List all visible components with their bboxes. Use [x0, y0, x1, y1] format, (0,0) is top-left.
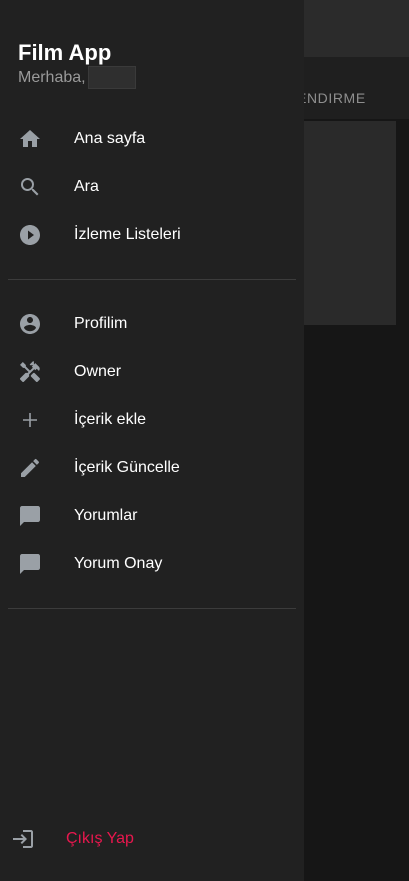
- nav-item-comments[interactable]: Yorumlar: [0, 492, 304, 540]
- play-circle-icon: [18, 223, 42, 247]
- nav-item-update-content[interactable]: İçerik Güncelle: [0, 444, 304, 492]
- nav-item-label: Yorum Onay: [74, 555, 163, 572]
- navigation-drawer: Film App Merhaba, Ana sayfa Ara İzleme L…: [0, 0, 304, 881]
- edit-icon: [18, 456, 42, 480]
- app-title: Film App: [18, 40, 112, 65]
- greeting-text: Merhaba,: [18, 68, 86, 86]
- greeting-row: Merhaba,: [18, 66, 136, 89]
- comment-icon: [18, 504, 42, 528]
- home-icon: [18, 127, 42, 151]
- app-screen: ENDIRME Film App Merhaba, Ana sayfa Ara …: [0, 0, 409, 881]
- nav-item-watchlists[interactable]: İzleme Listeleri: [0, 211, 304, 259]
- logout-label: Çıkış Yap: [66, 830, 134, 847]
- tools-icon: [18, 360, 42, 384]
- divider: [8, 279, 296, 280]
- search-icon: [18, 175, 42, 199]
- add-icon: [18, 408, 42, 432]
- nav-item-label: Ana sayfa: [74, 130, 146, 147]
- username-redacted: [87, 66, 136, 89]
- nav-item-label: Profilim: [74, 315, 128, 332]
- nav-item-profile[interactable]: Profilim: [0, 300, 304, 348]
- login-icon: [11, 827, 35, 851]
- background-card[interactable]: [297, 121, 396, 325]
- nav-item-label: İçerik Güncelle: [74, 459, 180, 476]
- nav-item-label: İçerik ekle: [74, 411, 147, 428]
- comment-icon: [18, 552, 42, 576]
- nav-item-home[interactable]: Ana sayfa: [0, 115, 304, 163]
- background-tab-label[interactable]: ENDIRME: [297, 90, 366, 106]
- nav-item-label: Ara: [74, 178, 99, 195]
- nav-item-comment-approval[interactable]: Yorum Onay: [0, 540, 304, 588]
- nav-item-label: Yorumlar: [74, 507, 138, 524]
- nav-item-search[interactable]: Ara: [0, 163, 304, 211]
- divider: [8, 608, 296, 609]
- account-circle-icon: [18, 312, 42, 336]
- nav-item-add-content[interactable]: İçerik ekle: [0, 396, 304, 444]
- logout-button[interactable]: Çıkış Yap: [0, 815, 304, 863]
- nav-item-label: Owner: [74, 363, 122, 380]
- nav-item-owner[interactable]: Owner: [0, 348, 304, 396]
- nav-item-label: İzleme Listeleri: [74, 226, 181, 243]
